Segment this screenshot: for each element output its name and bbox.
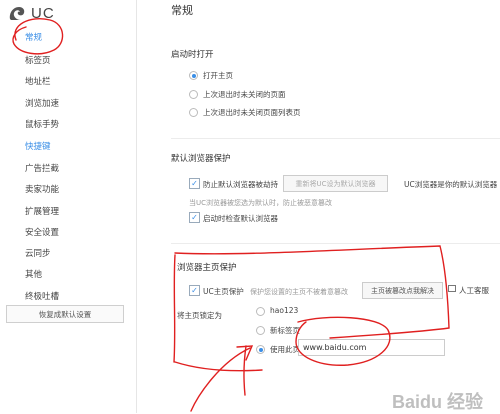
- homepage-protect-section-title: 浏览器主页保护: [177, 263, 237, 273]
- sidebar-item-seller[interactable]: 卖家功能: [25, 183, 59, 195]
- startup-option-label: 打开主页: [203, 71, 233, 80]
- prevent-hijack-checkbox[interactable]: ✓: [189, 178, 200, 189]
- default-browser-section-title: 默认浏览器保护: [171, 154, 231, 164]
- reset-defaults-button[interactable]: 恢复成默认设置: [6, 305, 124, 323]
- page-title: 常规: [171, 4, 193, 17]
- sidebar-item-security[interactable]: 安全设置: [25, 226, 59, 238]
- sidebar-item-acceleration[interactable]: 浏览加速: [25, 97, 59, 109]
- lock-radio-hao123[interactable]: [256, 307, 265, 316]
- default-browser-status: UC浏览器是你的默认浏览器: [404, 180, 498, 189]
- prevent-hijack-label: 防止默认浏览器被劫持: [203, 180, 278, 189]
- sidebar: UC 常规 标签页 地址栏 浏览加速 鼠标手势 快捷键 广告拦截 卖家功能 扩展…: [0, 0, 137, 413]
- fix-homepage-button[interactable]: 主页被篡改点我解决: [362, 282, 443, 299]
- sidebar-item-general[interactable]: 常规: [25, 31, 42, 43]
- sidebar-item-address-bar[interactable]: 地址栏: [25, 75, 51, 87]
- sidebar-item-ad-block[interactable]: 广告拦截: [25, 162, 59, 174]
- sidebar-item-cloud-sync[interactable]: 云同步: [25, 247, 51, 259]
- check-on-start-label: 启动时检查默认浏览器: [203, 214, 278, 223]
- homepage-protect-hint: 保护您设置的主页不被着意篡改: [250, 288, 348, 296]
- startup-radio-last-session[interactable]: [189, 90, 198, 99]
- lock-radio-new-tab[interactable]: [256, 326, 265, 335]
- baidu-watermark: Baidu 经验: [392, 392, 484, 412]
- check-on-start-checkbox[interactable]: ✓: [189, 212, 200, 223]
- section-divider: [171, 138, 500, 139]
- default-browser-hint: 当UC浏览器被您选为默认时，防止被恶意篡改: [189, 199, 333, 207]
- logo-text: UC: [31, 4, 55, 22]
- startup-radio-homepage[interactable]: [189, 71, 198, 80]
- main-panel: 常规 启动时打开 打开主页 上次退出时未关闭的页面 上次退出时未关闭页面列表页 …: [137, 0, 500, 413]
- startup-option-label: 上次退出时未关闭页面列表页: [203, 108, 301, 117]
- manual-service-link[interactable]: 人工客服: [459, 285, 489, 296]
- sidebar-item-tabs[interactable]: 标签页: [25, 54, 51, 66]
- sidebar-item-mouse-gestures[interactable]: 鼠标手势: [25, 118, 59, 130]
- startup-radio-last-session-list[interactable]: [189, 108, 198, 117]
- lock-option-label: hao123: [270, 306, 299, 315]
- uc-logo: UC: [7, 3, 55, 23]
- startup-option-label: 上次退出时未关闭的页面: [203, 90, 286, 99]
- lock-radio-custom-page[interactable]: [256, 345, 265, 354]
- homepage-protect-label: UC主页保护: [203, 287, 244, 296]
- set-default-browser-button[interactable]: 重新将UC设为默认浏览器: [283, 175, 388, 192]
- startup-section-title: 启动时打开: [171, 50, 214, 60]
- lock-homepage-label: 将主页锁定为: [177, 311, 222, 320]
- lock-option-label: 新标签页: [270, 326, 300, 335]
- chat-icon: [448, 285, 456, 292]
- section-divider: [171, 243, 500, 244]
- sidebar-item-extensions[interactable]: 扩展管理: [25, 205, 59, 217]
- sidebar-item-shortcuts[interactable]: 快捷键: [25, 140, 51, 152]
- sidebar-item-other[interactable]: 其他: [25, 268, 42, 280]
- lock-option-label: 使用此页: [270, 345, 300, 354]
- homepage-protect-checkbox[interactable]: ✓: [189, 285, 200, 296]
- sidebar-item-feedback[interactable]: 终极吐槽: [25, 290, 59, 302]
- squirrel-logo-icon: [9, 7, 25, 20]
- custom-homepage-url-input[interactable]: www.baidu.com: [298, 339, 445, 356]
